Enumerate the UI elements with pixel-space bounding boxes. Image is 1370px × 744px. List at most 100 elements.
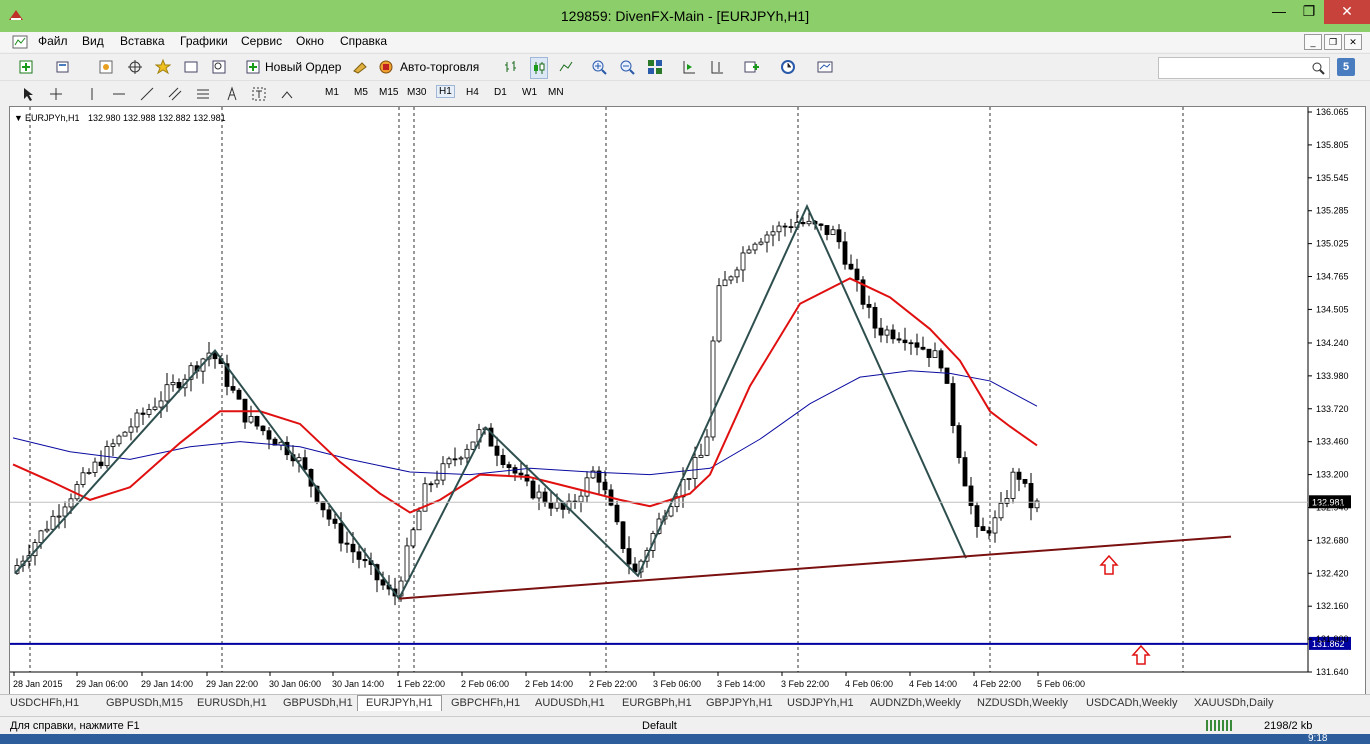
autoscroll-button[interactable]	[681, 57, 697, 77]
bull-candle	[716, 285, 722, 342]
cursor-tool[interactable]	[20, 84, 36, 104]
time-label: 2 Feb 22:00	[589, 679, 637, 689]
search-input[interactable]	[1158, 57, 1330, 79]
tester-button[interactable]	[211, 57, 227, 77]
indicators-button[interactable]	[743, 57, 759, 77]
chart-tab[interactable]: AUDNZDh,Weekly	[870, 697, 961, 709]
tile-windows-button[interactable]	[647, 57, 663, 77]
bear-candle	[878, 327, 884, 336]
meta-editor-button[interactable]	[352, 57, 368, 77]
timeframe-m5[interactable]: M5	[354, 87, 368, 98]
minimize-button[interactable]: —	[1264, 0, 1294, 24]
timeframe-m1[interactable]: M1	[325, 87, 339, 98]
chart-tab[interactable]: EURUSDh,H1	[197, 697, 267, 709]
crosshair-tool[interactable]	[48, 84, 64, 104]
chart-tab[interactable]: EURGBPh,H1	[622, 697, 692, 709]
trendline-icon	[140, 87, 154, 101]
fibonacci-tool[interactable]	[195, 84, 211, 104]
menu-insert[interactable]: Вставка	[120, 34, 165, 48]
data-window-button[interactable]	[127, 57, 143, 77]
chart-tab[interactable]: XAUUSDh,Daily	[1194, 697, 1273, 709]
navigator-button[interactable]	[155, 57, 171, 77]
mdi-minimize-button[interactable]: _	[1304, 34, 1322, 50]
vertical-line-icon	[91, 88, 93, 100]
bear-candle	[362, 559, 368, 562]
text-label-tool[interactable]	[251, 84, 267, 104]
close-button[interactable]: ✕	[1324, 0, 1370, 24]
bull-candle	[458, 457, 464, 460]
menu-help[interactable]: Справка	[340, 34, 387, 48]
bull-candle	[128, 426, 134, 433]
bull-candle	[416, 510, 422, 531]
horizontal-line-tool[interactable]	[111, 84, 127, 104]
zoom-in-button[interactable]	[591, 57, 607, 77]
bear-candle	[902, 339, 908, 344]
timeframe-w1[interactable]: W1	[522, 87, 537, 98]
menu-file[interactable]: Файл	[38, 34, 68, 48]
chart-tab[interactable]: GBPJPYh,H1	[706, 697, 773, 709]
new-order-button[interactable]: Новый Ордер	[245, 57, 341, 77]
timeframe-d1[interactable]: D1	[494, 87, 507, 98]
chart-collapse-icon[interactable]: ▼	[14, 113, 23, 123]
templates-button[interactable]	[817, 57, 833, 77]
bull-candle	[404, 545, 410, 582]
timeframe-h4[interactable]: H4	[466, 87, 479, 98]
zoom-out-button[interactable]	[619, 57, 635, 77]
new-chart-button[interactable]	[18, 57, 34, 77]
chart-tab[interactable]: EURJPYh,H1	[357, 695, 442, 711]
chart-tab[interactable]: USDJPYh,H1	[787, 697, 854, 709]
trendline-tool[interactable]	[139, 84, 155, 104]
periods-button[interactable]	[780, 57, 796, 77]
price-chart[interactable]: ▼ EURJPYh,H1 132.980 132.988 132.882 132…	[10, 107, 1365, 695]
market-watch-icon	[99, 60, 113, 74]
market-watch-button[interactable]	[98, 57, 114, 77]
timeframe-m30[interactable]: M30	[407, 87, 426, 98]
equidistant-channel-tool[interactable]	[167, 84, 183, 104]
mdi-restore-button[interactable]: ❐	[1324, 34, 1342, 50]
chart-tab[interactable]: GBPUSDh,H1	[283, 697, 353, 709]
chart-tab[interactable]: GBPCHFh,H1	[451, 697, 520, 709]
maximize-button[interactable]: ❐	[1294, 0, 1324, 24]
line-chart-button[interactable]	[558, 57, 574, 77]
menu-window[interactable]: Окно	[296, 34, 324, 48]
price-label: 134.505	[1316, 304, 1349, 314]
bear-candle	[236, 389, 242, 400]
chart-tab[interactable]: AUDUSDh,H1	[535, 697, 605, 709]
autotrading-label: Авто-торговля	[400, 60, 480, 74]
chart-shift-button[interactable]	[709, 57, 725, 77]
text-label-icon	[252, 87, 266, 101]
chart-tab[interactable]: NZDUSDh,Weekly	[977, 697, 1068, 709]
bull-candle	[164, 384, 170, 402]
time-label: 4 Feb 06:00	[845, 679, 893, 689]
menu-tools[interactable]: Сервис	[241, 34, 282, 48]
bar-chart-button[interactable]	[503, 57, 519, 77]
editor-icon	[353, 62, 367, 74]
menu-view[interactable]: Вид	[82, 34, 104, 48]
bull-candle	[158, 400, 164, 408]
notifications-badge[interactable]: 5	[1337, 58, 1355, 76]
chart-tab[interactable]: USDCADh,Weekly	[1086, 697, 1178, 709]
terminal-button[interactable]	[183, 57, 199, 77]
zoom-out-icon	[620, 60, 635, 75]
chart-tab[interactable]: GBPUSDh,M15	[106, 697, 183, 709]
menu-charts[interactable]: Графики	[180, 34, 228, 48]
timeframe-mn[interactable]: MN	[548, 87, 564, 98]
chart-window[interactable]: ▼ EURJPYh,H1 132.980 132.988 132.882 132…	[9, 106, 1366, 696]
bear-candle	[956, 425, 962, 458]
profiles-button[interactable]	[55, 57, 71, 77]
window-title: 129859: DivenFX-Main - [EURJPYh,H1]	[560, 8, 810, 24]
vertical-line-tool[interactable]	[84, 84, 100, 104]
bear-candle	[626, 548, 632, 565]
autotrading-button[interactable]: Авто-торговля	[378, 57, 479, 77]
arrows-tool[interactable]	[279, 84, 295, 104]
candlestick-button[interactable]	[530, 57, 548, 79]
mdi-close-button[interactable]: ✕	[1344, 34, 1362, 50]
timeframe-m15[interactable]: M15	[379, 87, 398, 98]
chart-tab[interactable]: USDCHFh,H1	[10, 697, 79, 709]
cursor-icon	[24, 88, 33, 101]
indicators-icon	[744, 61, 759, 73]
bull-candle	[68, 498, 74, 508]
text-tool[interactable]	[224, 84, 240, 104]
timeframe-h1[interactable]: H1	[436, 85, 455, 98]
price-label: 135.545	[1316, 173, 1349, 183]
